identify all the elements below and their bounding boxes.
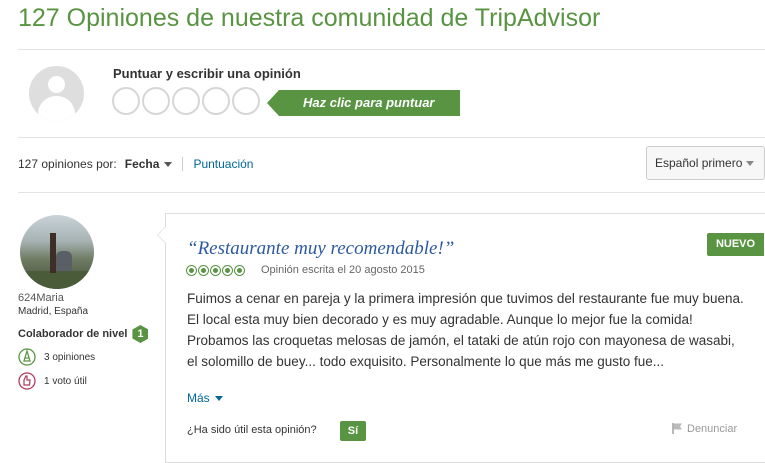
page-title: 127 Opiniones de nuestra comunidad de Tr… <box>18 4 601 32</box>
rating-bubble-icon <box>222 265 233 276</box>
language-select[interactable]: Español primero <box>646 146 765 180</box>
review-date: Opinión escrita el 20 agosto 2015 <box>261 264 425 276</box>
helpful-votes-stat: 1 voto útil <box>18 372 87 390</box>
rating-bubble-5[interactable] <box>232 87 260 115</box>
rating-bubble-icon <box>234 265 245 276</box>
flag-icon <box>672 423 682 434</box>
click-to-rate-button[interactable]: Haz clic para puntuar <box>267 90 460 116</box>
read-more-link[interactable]: Más <box>187 391 223 405</box>
write-review-title: Puntuar y escribir una opinión <box>113 66 301 81</box>
rating-bubble-4[interactable] <box>202 87 230 115</box>
thumbs-up-icon <box>18 372 36 390</box>
review-title-link[interactable]: “Restaurante muy recomendable!” <box>187 238 454 260</box>
rating-bubble-1[interactable] <box>112 87 140 115</box>
rating-bubble-icon <box>210 265 221 276</box>
chevron-down-icon <box>164 162 173 168</box>
rating-bubble-3[interactable] <box>172 87 200 115</box>
default-avatar-icon <box>29 66 84 121</box>
review-body: Fuimos a cenar en pareja y la primera im… <box>187 291 744 369</box>
reviews-count-stat: 3 opiniones <box>18 348 95 366</box>
helpful-question: ¿Ha sido útil esta opinión? <box>187 424 317 436</box>
level-badge: 1 <box>132 325 149 343</box>
sort-prefix: 127 opiniones por: <box>18 157 117 171</box>
header-divider <box>18 49 765 50</box>
new-badge: NUEVO <box>707 233 764 256</box>
contributor-level: Colaborador de nivel 1 <box>18 325 149 343</box>
language-select-value: Español primero <box>655 156 743 170</box>
rating-bubble-icon <box>198 265 209 276</box>
sort-divider <box>18 192 765 193</box>
chevron-down-icon <box>746 161 754 166</box>
sort-by-date-button[interactable]: Fecha <box>125 157 173 171</box>
rating-input[interactable] <box>112 87 260 115</box>
report-link[interactable]: Denunciar <box>671 422 737 435</box>
chevron-down-icon <box>214 395 223 401</box>
helpful-yes-button[interactable]: Sí <box>340 421 366 441</box>
rating-bubble-icon <box>186 265 197 276</box>
sort-separator <box>182 157 184 171</box>
rate-divider <box>18 137 765 138</box>
reviewer-location: Madrid, España <box>18 306 89 317</box>
avatar[interactable] <box>20 215 94 289</box>
sort-by-rating-link[interactable]: Puntuación <box>193 157 253 171</box>
reviewer-name[interactable]: 624Maria <box>18 292 64 304</box>
pen-icon <box>18 348 36 366</box>
sort-bar: 127 opiniones por: Fecha Puntuación <box>18 157 253 171</box>
review-rating-bubbles <box>186 265 245 276</box>
rating-bubble-2[interactable] <box>142 87 170 115</box>
